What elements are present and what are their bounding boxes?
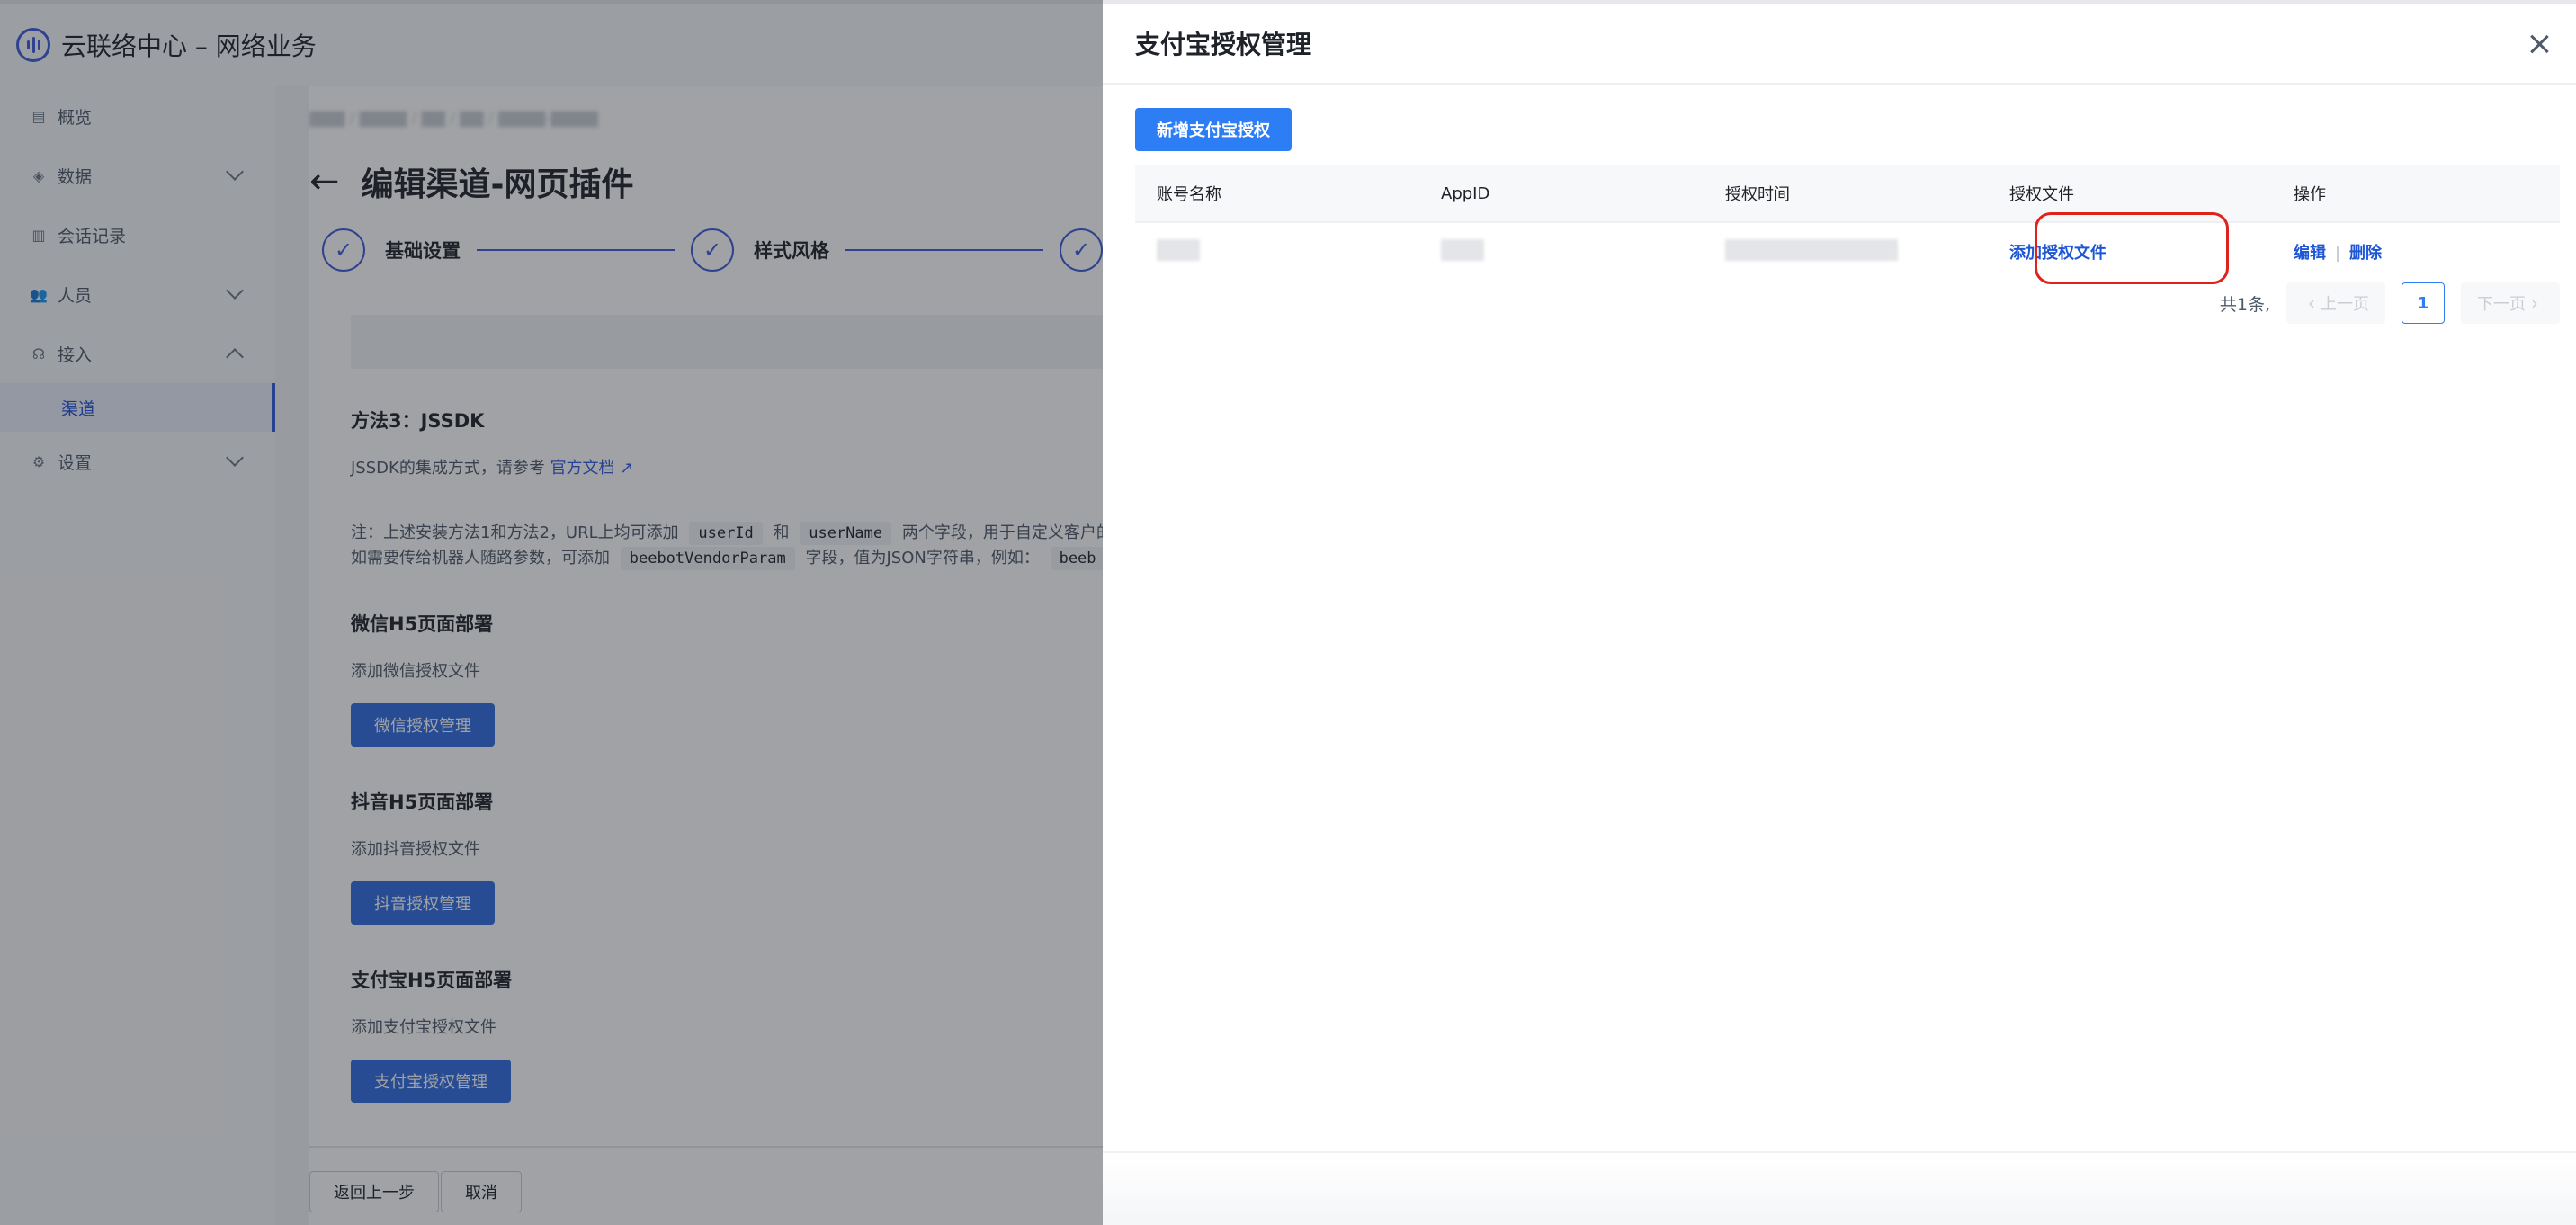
delete-link[interactable]: 删除 xyxy=(2349,244,2382,263)
pagination: 共1条, ‹ 上一页 1 下一页 › xyxy=(2220,282,2560,324)
page-number-button[interactable]: 1 xyxy=(2402,282,2445,324)
annotation-highlight xyxy=(2035,212,2229,284)
auth-table: 账号名称 AppID 授权时间 授权文件 操作 添加授权文件 编辑 删除 xyxy=(1135,165,2560,284)
drawer-header: 支付宝授权管理 xyxy=(1103,4,2576,85)
column-header: 操作 xyxy=(2294,185,2326,204)
drawer-title: 支付宝授权管理 xyxy=(1135,30,1312,59)
chevron-right-icon: › xyxy=(2531,292,2538,314)
prev-page-button[interactable]: ‹ 上一页 xyxy=(2286,282,2385,324)
column-header: 账号名称 xyxy=(1157,185,1221,204)
divider xyxy=(2337,246,2339,262)
column-header: AppID xyxy=(1441,183,1490,203)
next-page-label: 下一页 xyxy=(2477,295,2526,314)
pagination-total: 共1条, xyxy=(2219,294,2270,315)
chevron-left-icon: ‹ xyxy=(2308,292,2315,314)
account-name-cell xyxy=(1135,238,1419,265)
drawer-footer xyxy=(1103,1151,2576,1225)
actions-cell: 编辑 删除 xyxy=(2272,240,2560,264)
edit-link[interactable]: 编辑 xyxy=(2294,244,2326,263)
auth-time-cell xyxy=(1704,238,1988,265)
redacted-value xyxy=(1725,238,1898,261)
redacted-value xyxy=(1157,238,1200,261)
table-header: 账号名称 AppID 授权时间 授权文件 操作 xyxy=(1135,165,2560,223)
close-icon[interactable] xyxy=(2526,31,2553,58)
add-alipay-auth-button[interactable]: 新增支付宝授权 xyxy=(1135,108,1292,151)
prev-page-label: 上一页 xyxy=(2321,295,2369,314)
alipay-auth-drawer: 支付宝授权管理 新增支付宝授权 账号名称 AppID 授权时间 授权文件 操作 … xyxy=(1103,0,2576,1225)
next-page-button[interactable]: 下一页 › xyxy=(2461,282,2560,324)
redacted-value xyxy=(1441,238,1484,261)
column-header: 授权文件 xyxy=(2009,185,2074,204)
appid-cell xyxy=(1419,238,1704,265)
table-row: 添加授权文件 编辑 删除 xyxy=(1135,223,2560,281)
column-header: 授权时间 xyxy=(1725,185,1790,204)
